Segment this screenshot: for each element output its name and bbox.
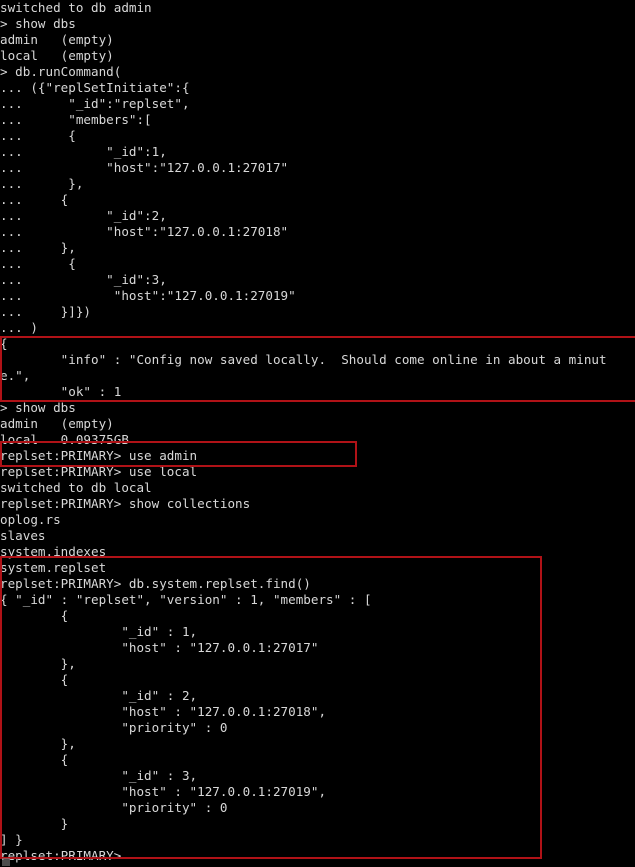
terminal-line: switched to db local — [0, 480, 152, 495]
terminal-line: }, — [0, 656, 76, 671]
terminal-line: switched to db admin — [0, 0, 152, 15]
terminal-line: ... }]}) — [0, 304, 91, 319]
terminal-line: admin (empty) — [0, 416, 114, 431]
terminal-line: ... ({"replSetInitiate":{ — [0, 80, 190, 95]
terminal-line: "info" : "Config now saved locally. Shou… — [0, 352, 607, 367]
terminal-line: replset:PRIMARY> db.system.replset.find(… — [0, 576, 311, 591]
terminal-line: ... "_id":3, — [0, 272, 167, 287]
terminal-line: system.indexes — [0, 544, 107, 559]
terminal-line: > show dbs — [0, 16, 76, 31]
terminal-line: oplog.rs — [0, 512, 61, 527]
terminal-line: slaves — [0, 528, 46, 543]
terminal-line: replset:PRIMARY> use local — [0, 464, 198, 479]
terminal-line: ... }, — [0, 240, 76, 255]
terminal-line: { — [0, 672, 69, 687]
terminal-line: "host" : "127.0.0.1:27019", — [0, 784, 327, 799]
terminal-line: > db.runCommand( — [0, 64, 122, 79]
terminal-line: > show dbs — [0, 400, 76, 415]
terminal-line: replset:PRIMARY> show collections — [0, 496, 251, 511]
terminal-cursor — [2, 858, 10, 866]
terminal-line: replset:PRIMARY> — [0, 848, 122, 863]
terminal-line: { — [0, 752, 69, 767]
terminal-line: "host" : "127.0.0.1:27018", — [0, 704, 327, 719]
terminal-line: "_id" : 1, — [0, 624, 198, 639]
terminal-line: } — [0, 816, 69, 831]
terminal-line: local (empty) — [0, 48, 114, 63]
terminal-line: replset:PRIMARY> use admin — [0, 448, 198, 463]
terminal-line: e.", — [0, 368, 31, 383]
terminal-line: local 0.09375GB — [0, 432, 129, 447]
terminal-line: }, — [0, 736, 76, 751]
terminal-line: ... "members":[ — [0, 112, 152, 127]
terminal-line: ... "_id":1, — [0, 144, 167, 159]
terminal-line: ... "host":"127.0.0.1:27017" — [0, 160, 289, 175]
terminal-line: ... { — [0, 128, 76, 143]
terminal-line: ] } — [0, 832, 23, 847]
terminal-line: ... }, — [0, 176, 84, 191]
terminal-line: "host" : "127.0.0.1:27017" — [0, 640, 319, 655]
terminal-line: ... "_id":"replset", — [0, 96, 190, 111]
terminal-line: { — [0, 608, 69, 623]
terminal-line: "priority" : 0 — [0, 800, 228, 815]
terminal-line: system.replset — [0, 560, 107, 575]
terminal-line: admin (empty) — [0, 32, 114, 47]
terminal-line: { — [0, 336, 8, 351]
terminal-line: ... ) — [0, 320, 38, 335]
terminal-line: ... "_id":2, — [0, 208, 167, 223]
terminal-window[interactable]: switched to db admin > show dbs admin (emp… — [0, 0, 635, 867]
terminal-line: "_id" : 3, — [0, 768, 198, 783]
terminal-line: ... "host":"127.0.0.1:27019" — [0, 288, 296, 303]
terminal-line: ... { — [0, 192, 69, 207]
terminal-line: ... "host":"127.0.0.1:27018" — [0, 224, 289, 239]
terminal-line: ... { — [0, 256, 76, 271]
terminal-line: "_id" : 2, — [0, 688, 198, 703]
terminal-line: { "_id" : "replset", "version" : 1, "mem… — [0, 592, 372, 607]
terminal-line: "ok" : 1 — [0, 384, 122, 399]
terminal-output-text: switched to db admin > show dbs admin (emp… — [0, 0, 635, 864]
terminal-line: "priority" : 0 — [0, 720, 228, 735]
